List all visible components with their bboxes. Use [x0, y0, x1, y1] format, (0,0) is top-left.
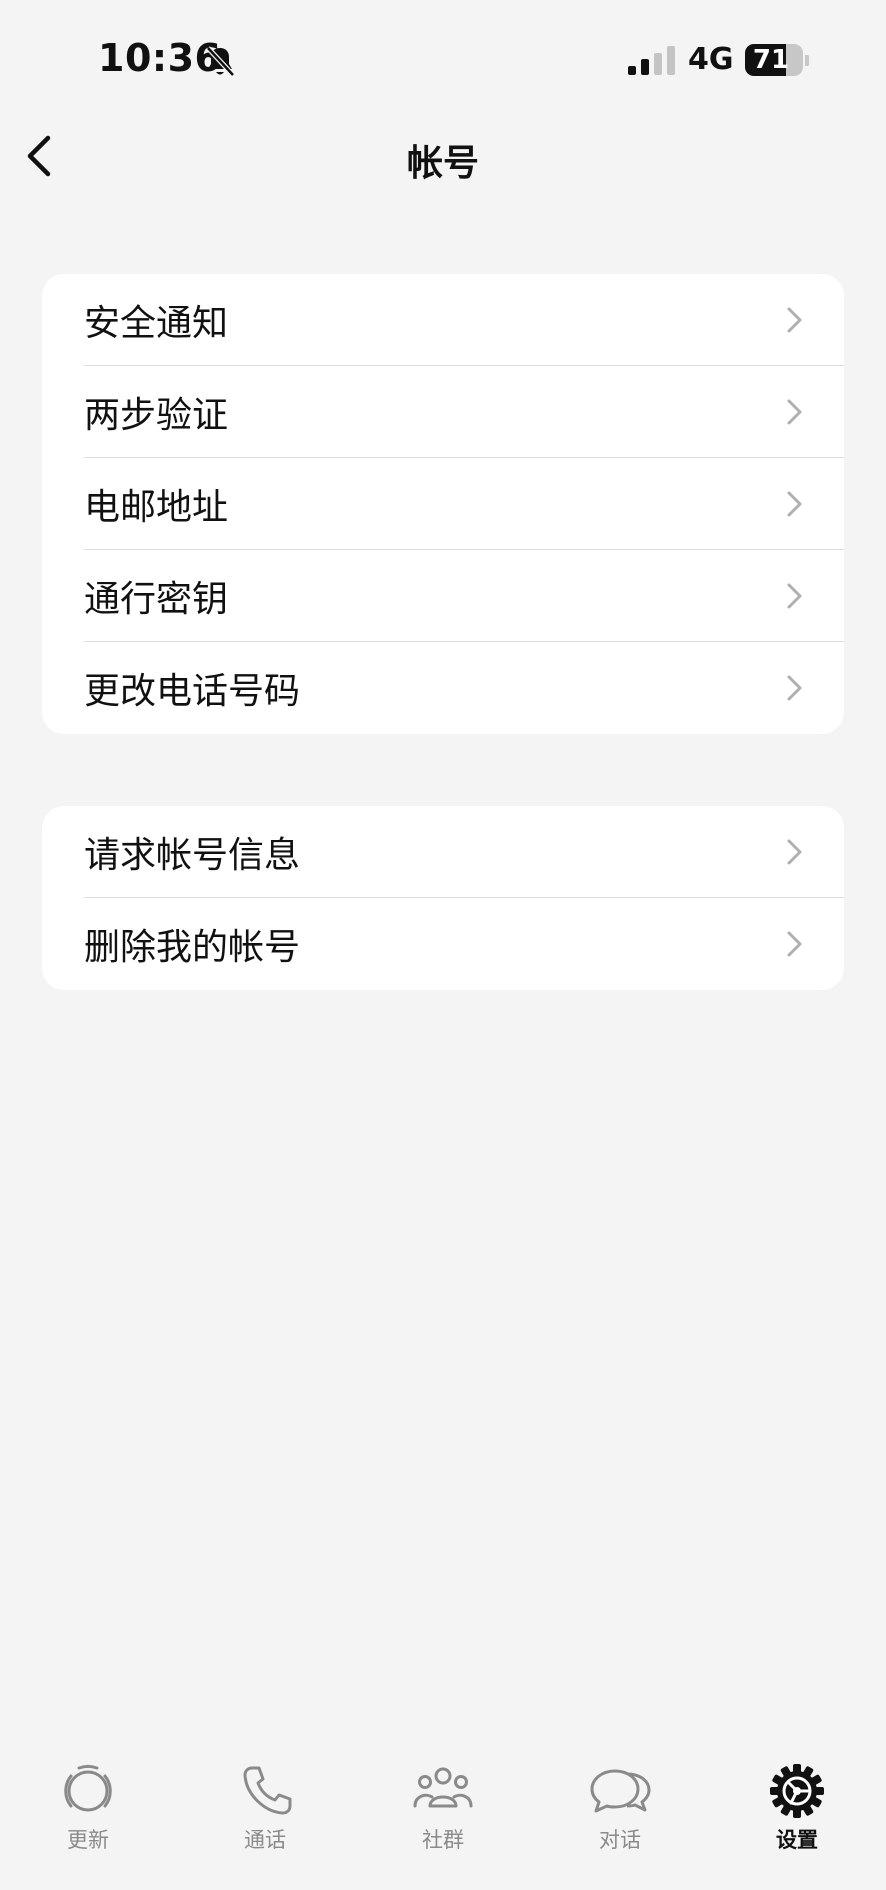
- row-request-account-info[interactable]: 请求帐号信息: [42, 806, 844, 898]
- row-delete-account[interactable]: 删除我的帐号: [42, 898, 844, 990]
- account-settings-group: 安全通知 两步验证 电邮地址 通行密钥 更改电话号码: [42, 274, 844, 734]
- status-time: 10:36: [98, 36, 222, 80]
- tab-label: 社群: [422, 1828, 464, 1852]
- battery-tip: [805, 55, 809, 66]
- status-bar: 10:36 4G 71: [0, 0, 886, 120]
- row-two-step-verification[interactable]: 两步验证: [42, 366, 844, 458]
- account-data-group: 请求帐号信息 删除我的帐号: [42, 806, 844, 990]
- phone-icon: [243, 1766, 292, 1815]
- row-passkeys[interactable]: 通行密钥: [42, 550, 844, 642]
- tab-calls[interactable]: 通话: [205, 1762, 325, 1872]
- bell-muted-icon: [206, 46, 235, 77]
- chevron-right-icon: [787, 931, 802, 957]
- chats-icon: [590, 1769, 651, 1813]
- chevron-right-icon: [787, 839, 802, 865]
- tab-settings[interactable]: 设置: [737, 1762, 857, 1872]
- network-type: 4G: [688, 42, 734, 77]
- row-label: 电邮地址: [84, 487, 229, 528]
- communities-icon: [413, 1767, 473, 1808]
- tab-communities[interactable]: 社群: [383, 1762, 503, 1872]
- row-label: 删除我的帐号: [84, 927, 301, 968]
- row-security-notifications[interactable]: 安全通知: [42, 274, 844, 366]
- chevron-right-icon: [787, 675, 802, 701]
- chevron-right-icon: [787, 399, 802, 425]
- row-label: 通行密钥: [84, 579, 229, 620]
- tab-label: 设置: [776, 1828, 818, 1852]
- tab-label: 通话: [244, 1828, 286, 1852]
- page-title: 帐号: [406, 143, 479, 184]
- signal-icon: [628, 46, 675, 75]
- row-label: 更改电话号码: [84, 671, 301, 712]
- row-email-address[interactable]: 电邮地址: [42, 458, 844, 550]
- row-label: 安全通知: [84, 303, 229, 344]
- settings-icon: [770, 1764, 824, 1818]
- chevron-right-icon: [787, 307, 802, 333]
- chevron-right-icon: [787, 583, 802, 609]
- tab-label: 更新: [67, 1828, 109, 1852]
- row-change-phone-number[interactable]: 更改电话号码: [42, 642, 844, 734]
- tab-label: 对话: [599, 1828, 641, 1852]
- row-label: 请求帐号信息: [84, 835, 301, 876]
- tab-updates[interactable]: 更新: [28, 1762, 148, 1872]
- updates-icon: [64, 1764, 112, 1812]
- battery-icon: 71: [745, 44, 803, 76]
- tab-bar: 更新 通话 社群 对话 设置: [0, 1740, 886, 1890]
- chevron-right-icon: [787, 491, 802, 517]
- row-label: 两步验证: [84, 395, 229, 436]
- tab-chats[interactable]: 对话: [560, 1762, 680, 1872]
- battery-level: 71: [752, 45, 790, 75]
